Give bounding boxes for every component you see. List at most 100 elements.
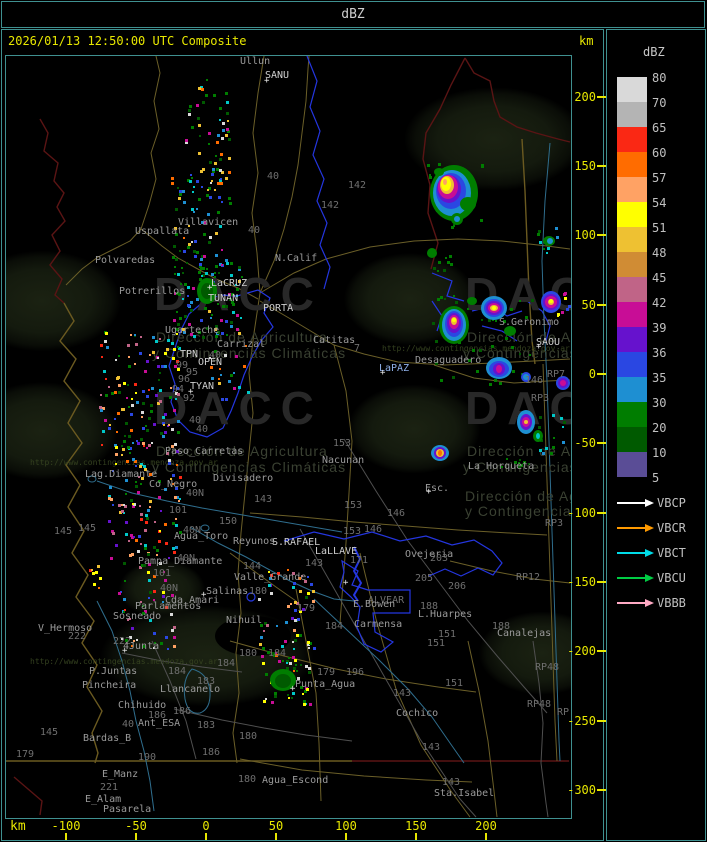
dbz-color-band (617, 352, 647, 377)
map-place-label: Divisadero (213, 473, 274, 484)
vector-legend-label: VBCT (657, 546, 686, 560)
map-place-label: 203 (430, 553, 449, 564)
map-place-label: 180 (249, 586, 268, 597)
map-place-label: 40 (209, 350, 222, 361)
dbz-scale-label: 60 (652, 146, 667, 160)
map-place-label: 184 (268, 648, 287, 659)
map-place-label: Agua_Escond (262, 775, 329, 786)
station-marker: + (290, 684, 296, 694)
map-place-label: 7 (354, 343, 361, 354)
dbz-scale-label: 5 (652, 471, 660, 485)
map-place-label: 184 (325, 621, 344, 632)
map-place-label: 40 (122, 719, 135, 730)
map-place-label: RP7 (547, 369, 566, 380)
map-place-label: 143 (442, 777, 461, 788)
map-place-label: 184 (168, 666, 187, 677)
station-marker: + (264, 76, 270, 86)
right-axis-unit-label: km (579, 34, 594, 48)
station-marker: + (343, 578, 349, 588)
map-place-label: 183 (197, 676, 216, 687)
radar-map-canvas: DACC Dirección de Agricultura y Contingenc… (5, 55, 572, 819)
station-marker: + (207, 283, 213, 293)
dbz-scale-label: 36 (652, 346, 667, 360)
map-place-label: 184 (217, 658, 236, 669)
vbcp-arrow-head-icon (645, 499, 654, 507)
map-place-label: E_Manz (102, 769, 139, 780)
map-place-label: 205 (415, 573, 434, 584)
map-place-label: 221 (100, 782, 119, 793)
radar-echo-dot (571, 307, 572, 310)
map-place-label: RP3 (545, 518, 564, 529)
map-place-label: Ugarteche (165, 325, 220, 336)
map-place-label: 145 (40, 727, 59, 738)
dbz-scale-label: 10 (652, 446, 667, 460)
map-place-label: 179 (297, 603, 316, 614)
map-place-label: P.Juntas (89, 666, 138, 677)
map-place-label: Ullun (240, 56, 271, 67)
dbz-scale-label: 30 (652, 396, 667, 410)
map-place-label: Ant_ESA (138, 718, 181, 729)
map-place-label: 142 (321, 200, 340, 211)
station-marker: + (201, 590, 207, 600)
vector-legend-label: VBCP (657, 496, 686, 510)
map-place-label: 180 (239, 731, 258, 742)
map-place-label: 180 (238, 774, 257, 785)
map-place-label: La Horqueta (468, 461, 535, 472)
dbz-color-band (617, 327, 647, 352)
map-place-label: 153 (333, 438, 352, 449)
dbz-color-band (617, 452, 647, 477)
vbcp-arrow-icon (617, 502, 645, 504)
map-place-label: E.Bowen (353, 599, 396, 610)
map-place-label: 153 (344, 500, 363, 511)
vector-legend-label: VBCR (657, 521, 686, 535)
timestamp-label: 2026/01/13 12:50:00 UTC Composite (8, 34, 247, 48)
map-place-label: Desaguadero (415, 355, 482, 366)
map-place-label: 40N (177, 553, 196, 564)
dbz-scale-label: 57 (652, 171, 667, 185)
map-place-label: TYAN (190, 381, 215, 392)
map-place-label: 146 (364, 524, 383, 535)
station-marker: + (426, 487, 432, 497)
map-place-label: RP48 (535, 662, 560, 673)
map-place-label: 150 (219, 516, 238, 527)
map-place-label: Sta.Isabel (434, 788, 495, 799)
dbz-scale-label: 65 (652, 121, 667, 135)
map-place-label: 101 (153, 568, 172, 579)
map-place-label: 186 (173, 706, 192, 717)
map-place-label: 143 (393, 688, 412, 699)
map-place-label: RP12 (516, 572, 541, 583)
map-place-label: 146 (525, 375, 544, 386)
map-place-label: 151 (427, 638, 446, 649)
map-place-label: 40 (248, 225, 261, 236)
vbcr-arrow-head-icon (645, 524, 654, 532)
map-place-label: Bardas_B (83, 733, 132, 744)
vbcu-arrow-icon (617, 577, 645, 579)
map-place-label: 206 (448, 581, 467, 592)
map-place-label: 145 (78, 523, 97, 534)
map-place-label: Canalejas (497, 628, 552, 639)
map-place-labels-layer: Ullun SANU Villavicen Uspallata Polvaredas N.… (6, 56, 571, 818)
dbz-color-band (617, 302, 647, 327)
map-place-label: 142 (348, 180, 367, 191)
map-place-label: 143 (305, 558, 324, 569)
map-place-label: 183 (197, 720, 216, 731)
dbz-scale-label: 70 (652, 96, 667, 110)
dbz-scale-label: 20 (652, 421, 667, 435)
map-place-label: 196 (346, 667, 365, 678)
map-place-label: 190 (138, 752, 157, 763)
dbz-color-band (617, 402, 647, 427)
dbz-scale-label: 35 (652, 371, 667, 385)
dbz-color-band (617, 277, 647, 302)
map-place-label: 145 (54, 526, 73, 537)
map-place-label: 179 (16, 749, 35, 760)
dbz-color-band (617, 127, 647, 152)
vbcu-arrow-head-icon (645, 574, 654, 582)
map-place-label: 171 (350, 555, 369, 566)
map-place-label: Pincheira (82, 680, 137, 691)
dbz-scale-label: 48 (652, 246, 667, 260)
dbz-color-band (617, 227, 647, 252)
map-place-label: 144 (243, 561, 262, 572)
dbz-scale-label: 39 (652, 321, 667, 335)
map-place-label: LaCRUZ (211, 278, 248, 289)
map-place-label: Uspallata (135, 226, 190, 237)
